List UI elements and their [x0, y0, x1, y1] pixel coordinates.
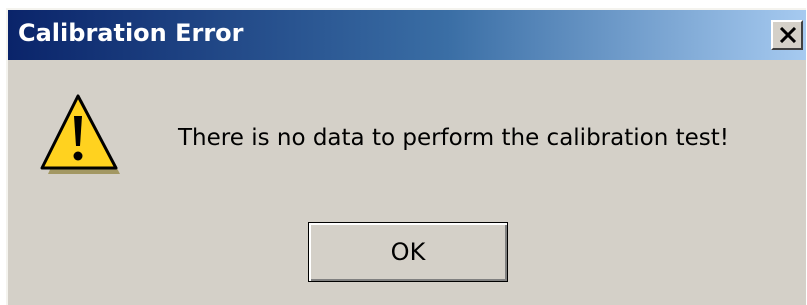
title-bar[interactable]: Calibration Error	[8, 10, 806, 60]
window-title: Calibration Error	[18, 19, 244, 47]
calibration-error-dialog: Calibration Error There is no data to pe…	[6, 8, 806, 305]
error-message: There is no data to perform the calibrat…	[178, 125, 729, 151]
ok-button[interactable]: OK	[308, 222, 508, 282]
warning-icon	[40, 94, 120, 174]
close-icon	[779, 27, 797, 43]
close-button[interactable]	[771, 20, 803, 50]
